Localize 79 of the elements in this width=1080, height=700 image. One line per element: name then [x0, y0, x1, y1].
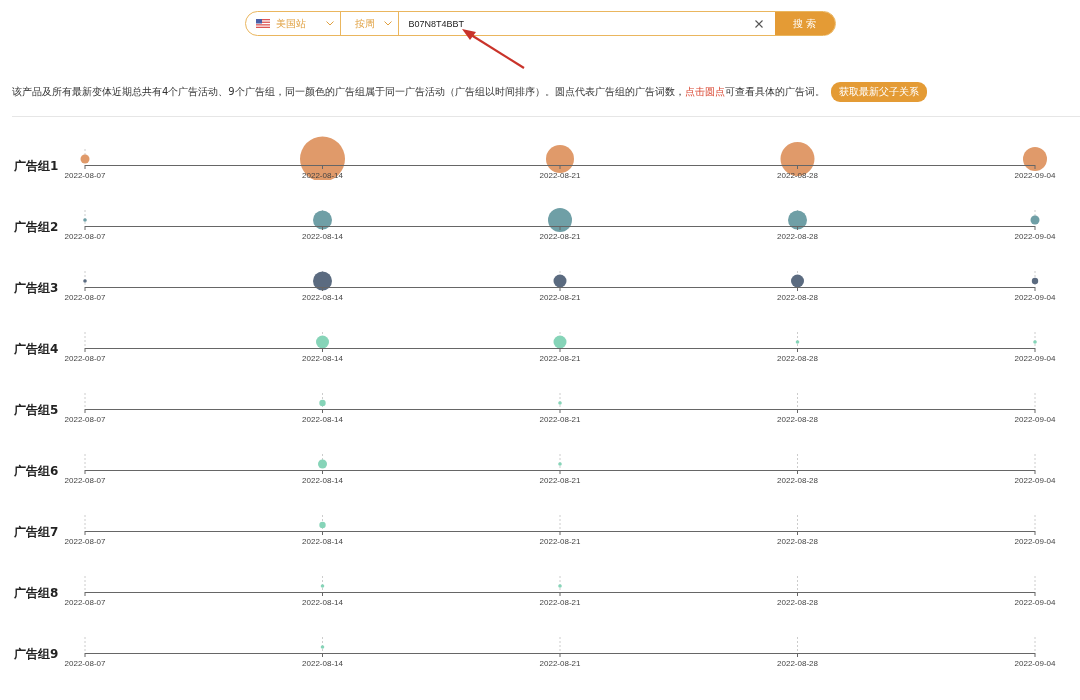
date-label: 2022-09-04 — [1014, 232, 1056, 241]
bubble[interactable] — [548, 208, 572, 232]
date-label: 2022-08-21 — [539, 293, 581, 302]
group-label: 广告组4 — [14, 342, 59, 356]
date-label: 2022-08-28 — [777, 659, 818, 668]
bubble[interactable] — [83, 279, 87, 283]
date-label: 2022-08-07 — [64, 537, 106, 546]
date-label: 2022-08-14 — [302, 354, 343, 363]
group-label: 广告组7 — [14, 525, 59, 539]
bubble[interactable] — [1023, 147, 1047, 171]
date-label: 2022-09-04 — [1014, 293, 1056, 302]
group-label: 广告组1 — [14, 159, 59, 173]
date-label: 2022-08-07 — [64, 293, 106, 302]
search-button[interactable]: 搜 索 — [774, 12, 835, 35]
date-label: 2022-08-14 — [302, 293, 343, 302]
bubble[interactable] — [788, 210, 807, 230]
date-label: 2022-09-04 — [1014, 171, 1056, 180]
date-label: 2022-09-04 — [1014, 598, 1056, 607]
date-label: 2022-09-04 — [1014, 476, 1056, 485]
date-label: 2022-08-28 — [777, 354, 818, 363]
date-label: 2022-09-04 — [1014, 659, 1056, 668]
date-label: 2022-08-21 — [539, 171, 581, 180]
close-icon[interactable] — [754, 19, 763, 28]
date-label: 2022-08-28 — [777, 415, 818, 424]
date-label: 2022-08-21 — [539, 598, 581, 607]
date-label: 2022-08-21 — [539, 354, 581, 363]
date-label: 2022-08-21 — [539, 232, 581, 241]
bubble[interactable] — [553, 274, 567, 288]
date-label: 2022-08-07 — [64, 598, 106, 607]
date-label: 2022-08-07 — [64, 415, 106, 424]
group-label: 广告组9 — [14, 647, 59, 661]
date-label: 2022-08-21 — [539, 537, 581, 546]
pointer-arrow — [462, 29, 525, 69]
date-label: 2022-08-28 — [777, 232, 818, 241]
period-select[interactable]: 按周 — [340, 12, 399, 35]
site-select[interactable]: 美国站 — [245, 12, 341, 35]
bubble[interactable] — [791, 274, 804, 288]
date-label: 2022-08-07 — [64, 659, 106, 668]
caret-icon — [383, 21, 392, 26]
date-label: 2022-08-28 — [777, 598, 818, 607]
bubble[interactable] — [1031, 277, 1039, 285]
bubble[interactable] — [313, 271, 332, 291]
date-label: 2022-08-14 — [302, 537, 343, 546]
date-label: 2022-08-07 — [64, 232, 106, 241]
info-text: 该产品及所有最新变体近期总共有4个广告活动、9个广告组，同一颜色的广告组属于同一广告活动（广告组以时间排序）。圆点代表广告组的广告词数，点击圆点可查看具体的广告词。 — [12, 85, 825, 99]
bubble[interactable] — [83, 218, 87, 222]
bubble[interactable] — [316, 335, 329, 349]
date-label: 2022-08-14 — [302, 476, 343, 485]
date-label: 2022-08-21 — [539, 476, 581, 485]
date-label: 2022-09-04 — [1014, 415, 1056, 424]
date-label: 2022-09-04 — [1014, 537, 1056, 546]
date-label: 2022-08-07 — [64, 171, 106, 180]
date-label: 2022-08-21 — [539, 659, 581, 668]
bubble[interactable] — [313, 210, 332, 230]
date-label: 2022-08-28 — [777, 293, 818, 302]
date-label: 2022-08-07 — [64, 354, 106, 363]
bubble[interactable] — [1030, 215, 1040, 225]
group-label: 广告组5 — [14, 403, 59, 417]
caret-icon — [325, 21, 334, 26]
date-label: 2022-08-14 — [302, 415, 343, 424]
group-label: 广告组6 — [14, 464, 59, 478]
date-label: 2022-08-07 — [64, 476, 106, 485]
date-label: 2022-08-21 — [539, 415, 581, 424]
bubble[interactable] — [553, 335, 567, 349]
refresh-relations-button[interactable]: 获取最新父子关系 — [830, 82, 927, 102]
click-dot-link[interactable]: 点击圆点 — [684, 86, 725, 97]
date-label: 2022-08-14 — [302, 232, 343, 241]
group-label: 广告组8 — [14, 586, 59, 600]
group-label: 广告组2 — [14, 220, 59, 234]
flag-icon — [255, 19, 270, 28]
search-field[interactable]: B07N8T4BBT — [408, 18, 755, 29]
date-label: 2022-08-14 — [302, 598, 343, 607]
group-label: 广告组3 — [14, 281, 59, 295]
date-label: 2022-08-14 — [302, 659, 343, 668]
date-label: 2022-08-28 — [777, 171, 818, 180]
date-label: 2022-09-04 — [1014, 354, 1056, 363]
date-label: 2022-08-28 — [777, 476, 818, 485]
date-label: 2022-08-28 — [777, 537, 818, 546]
bubble[interactable] — [546, 145, 574, 173]
